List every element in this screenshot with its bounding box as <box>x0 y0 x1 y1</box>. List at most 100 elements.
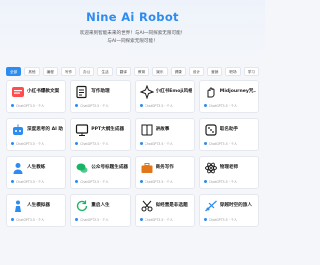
card-footer: ChatGPT3.5 · 个人 <box>139 179 191 184</box>
tab-2[interactable]: 编程 <box>42 67 58 76</box>
card-title: 小红书爆款文案 <box>27 89 60 94</box>
card-footer: ChatGPT3.5 · 个人 <box>203 103 255 108</box>
model-dot-icon <box>203 104 207 107</box>
card-meta: ChatGPT3.5 · 个人 <box>208 142 238 146</box>
card-meta: ChatGPT3.5 · 个人 <box>16 180 45 184</box>
card-meta: ChatGPT3.5 · 个人 <box>80 180 109 184</box>
app-card[interactable]: 小红书Emoji风格... ChatGPT3.5 · 个人 <box>134 80 195 113</box>
tab-13[interactable]: 学习 <box>243 67 259 76</box>
card-title: 人生教练 <box>27 165 46 170</box>
model-dot-icon <box>11 142 14 145</box>
card-title: 公众号标题生成器 <box>91 165 128 170</box>
card-title: 重启人生 <box>91 203 110 208</box>
app-card[interactable]: 公众号标题生成器 ChatGPT3.5 · 个人 <box>70 156 131 189</box>
model-dot-icon <box>139 180 143 183</box>
card-meta: ChatGPT3.5 · 个人 <box>144 180 173 184</box>
tab-5[interactable]: 生活 <box>97 67 113 76</box>
model-dot-icon <box>203 180 207 183</box>
tab-6[interactable]: 翻译 <box>115 67 131 76</box>
card-meta: ChatGPT3.5 · 个人 <box>144 142 173 146</box>
hero-header: Nine Ai Robot 欢迎来到智能未来的世界！与AI一同探索无限可能！ 与… <box>0 0 265 64</box>
ppt-icon <box>75 123 89 137</box>
app-card[interactable]: 深度思考的 AI 助手 ChatGPT3.5 · 个人 <box>6 118 67 151</box>
app-card[interactable]: 写作助理 ChatGPT3.5 · 个人 <box>70 80 131 113</box>
tab-3[interactable]: 写作 <box>60 67 77 76</box>
tab-10[interactable]: 设计 <box>188 67 205 76</box>
tab-11[interactable]: 营销 <box>207 67 223 76</box>
model-dot-icon <box>75 218 79 221</box>
model-dot-icon <box>139 104 143 107</box>
app-card[interactable]: 商务写作 ChatGPT3.5 · 个人 <box>134 156 195 189</box>
app-card[interactable]: 取名助手 ChatGPT3.5 · 个人 <box>198 118 259 151</box>
card-meta: ChatGPT3.5 · 个人 <box>80 104 109 108</box>
app-card[interactable]: 讲故事 ChatGPT3.5 · 个人 <box>134 118 195 151</box>
card-meta: ChatGPT3.5 · 个人 <box>80 142 109 146</box>
card-footer: ChatGPT3.5 · 个人 <box>139 141 191 146</box>
app-grid: 小红书爆款文案 ChatGPT3.5 · 个人 写作助理 ChatGPT3.5 · 个… <box>6 80 259 227</box>
coach-icon <box>11 161 25 175</box>
card-meta: ChatGPT3.5 · 个人 <box>16 104 45 108</box>
tab-0[interactable]: 全部 <box>6 67 22 76</box>
card-title: PPT大纲生成器 <box>91 127 125 132</box>
card-title: 深度思考的 AI 助手 <box>27 127 64 132</box>
card-footer: ChatGPT3.5 · 个人 <box>75 103 126 108</box>
app-card[interactable]: 人生教练 ChatGPT3.5 · 个人 <box>6 156 67 189</box>
card-footer: ChatGPT3.5 · 个人 <box>203 217 255 222</box>
app-title: Nine Ai Robot <box>86 10 179 24</box>
card-footer: ChatGPT3.5 · 个人 <box>203 141 255 146</box>
card-title: 物理老师 <box>219 165 239 170</box>
tab-12[interactable]: 职场 <box>225 67 241 76</box>
welcome-text: 欢迎来到智能未来的世界！与AI一同探索无限可能！ <box>79 31 186 36</box>
app-card[interactable]: Midjourney咒... ChatGPT3.5 · 个人 <box>198 80 259 113</box>
category-tabs: 全部 其他 编程 写作 办公 生活 翻译 教育 娱乐 健康 设计 营销 职场 学习 <box>6 67 259 76</box>
card-meta: ChatGPT3.5 · 个人 <box>144 104 173 108</box>
tab-8[interactable]: 娱乐 <box>152 67 168 76</box>
tab-4[interactable]: 办公 <box>79 67 95 76</box>
model-dot-icon <box>75 142 79 145</box>
model-dot-icon <box>203 142 207 145</box>
app-card[interactable]: 小红书爆款文案 ChatGPT3.5 · 个人 <box>6 80 67 113</box>
card-meta: ChatGPT3.5 · 个人 <box>80 218 109 222</box>
app-card[interactable]: 重启人生 ChatGPT3.5 · 个人 <box>70 194 131 227</box>
robot-icon <box>11 123 25 137</box>
writing-icon <box>75 85 89 99</box>
welcome-subtext: 与AI一同探索无限可能！ <box>107 39 158 44</box>
model-dot-icon <box>11 218 14 221</box>
wechat-icon <box>75 161 89 175</box>
travel-icon <box>204 199 218 213</box>
tab-7[interactable]: 教育 <box>133 67 150 76</box>
app-card[interactable]: 物理老师 ChatGPT3.5 · 个人 <box>198 156 259 189</box>
xiaohongshu-icon <box>11 85 25 99</box>
card-footer: ChatGPT3.5 · 个人 <box>139 103 191 108</box>
card-footer: ChatGPT3.5 · 个人 <box>11 103 62 108</box>
tab-9[interactable]: 健康 <box>170 67 186 76</box>
app-card[interactable]: PPT大纲生成器 ChatGPT3.5 · 个人 <box>70 118 131 151</box>
card-footer: ChatGPT3.5 · 个人 <box>11 217 62 222</box>
card-footer: ChatGPT3.5 · 个人 <box>11 179 62 184</box>
card-meta: ChatGPT3.5 · 个人 <box>208 218 238 222</box>
model-dot-icon <box>75 180 79 183</box>
briefcase-icon <box>140 161 154 175</box>
card-footer: ChatGPT3.5 · 个人 <box>203 179 255 184</box>
model-dot-icon <box>203 218 207 221</box>
card-title: 取名助手 <box>219 127 239 132</box>
card-meta: ChatGPT3.5 · 个人 <box>16 142 45 146</box>
app-card[interactable]: 拟经营是非选题 ChatGPT3.5 · 个人 <box>134 194 195 227</box>
card-title: 商务写作 <box>155 165 174 170</box>
model-dot-icon <box>11 104 14 107</box>
scissors-icon <box>140 199 154 213</box>
book-icon <box>140 123 154 137</box>
card-meta: ChatGPT3.5 · 个人 <box>208 180 238 184</box>
card-title: 穿越时空的旅人 <box>219 203 252 208</box>
card-meta: ChatGPT3.5 · 个人 <box>144 218 173 222</box>
card-footer: ChatGPT3.5 · 个人 <box>11 141 62 146</box>
card-meta: ChatGPT3.5 · 个人 <box>16 218 45 222</box>
card-title: 拟经营是非选题 <box>155 203 188 208</box>
hand-icon <box>204 85 218 99</box>
model-dot-icon <box>11 180 14 183</box>
restart-icon <box>75 199 89 213</box>
app-card[interactable]: 人生模拟器 ChatGPT3.5 · 个人 <box>6 194 67 227</box>
person-icon <box>11 199 25 213</box>
app-card[interactable]: 穿越时空的旅人 ChatGPT3.5 · 个人 <box>198 194 259 227</box>
tab-1[interactable]: 其他 <box>24 67 40 76</box>
